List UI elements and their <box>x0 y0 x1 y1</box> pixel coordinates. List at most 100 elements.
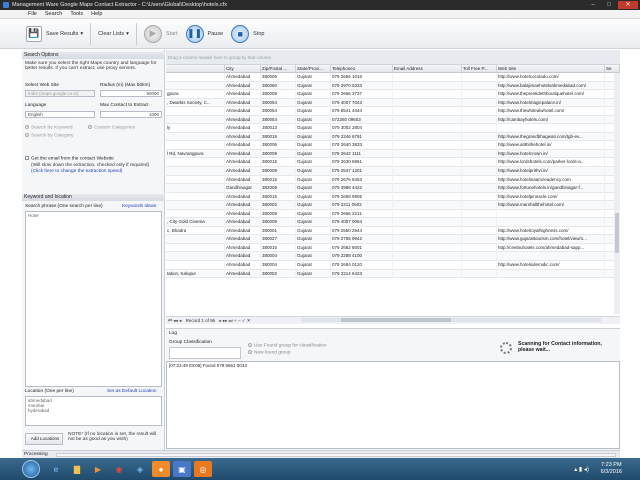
table-cell[interactable]: Ahmedabad <box>225 209 261 219</box>
table-cell[interactable]: l Rd, Navrangpura <box>166 149 225 159</box>
table-cell[interactable]: 079 2656 3737 <box>331 90 393 99</box>
table-cell[interactable]: Ahmedabad <box>225 73 261 82</box>
table-cell[interactable]: http://www.thegrandbhagwati.com/tgb-ev..… <box>497 132 605 142</box>
table-cell[interactable] <box>497 209 605 219</box>
language-select[interactable]: English <box>25 111 95 118</box>
table-cell[interactable]: 079 2656 2211 <box>331 209 393 219</box>
table-cell[interactable] <box>393 175 462 185</box>
keywords-ideas-link[interactable]: Keywords Ideas <box>122 204 156 209</box>
table-cell[interactable] <box>462 132 497 142</box>
web-site-select[interactable]: India (maps.google.co.in) <box>25 90 95 97</box>
table-cell[interactable]: Gujarat <box>296 115 331 125</box>
table-cell[interactable] <box>393 132 462 142</box>
table-row[interactable]: Ahmedabad 380015 Gujarat 079 2658 9905 http:… <box>166 192 614 202</box>
vertical-scrollbar[interactable] <box>614 73 620 314</box>
table-cell[interactable]: 079 3002 2804 <box>331 124 393 133</box>
table-cell[interactable]: Gujarat <box>296 149 331 159</box>
table-cell[interactable] <box>462 243 497 253</box>
table-cell[interactable]: Ahmedabad <box>225 149 261 159</box>
table-cell[interactable]: Ahmedabad <box>225 81 261 91</box>
table-cell[interactable] <box>462 235 497 244</box>
table-cell[interactable]: http://www.hotelprithvi.in/ <box>497 167 605 176</box>
table-row[interactable]: Ahmedabad 380006 Gujarat 079 2656 1016 http:… <box>166 73 614 82</box>
table-cell[interactable] <box>462 115 497 125</box>
table-cell[interactable]: 079 2642 1111 <box>331 149 393 159</box>
table-cell[interactable]: Gujarat <box>296 98 331 108</box>
table-cell[interactable]: http://www.fortunehotels.in/gandhinagar-… <box>497 184 605 193</box>
menu-file[interactable]: File <box>28 11 37 17</box>
group-classification-box[interactable] <box>169 347 241 359</box>
search-phrase-textarea[interactable]: Hotel <box>25 211 162 387</box>
table-cell[interactable]: 380009 <box>261 209 296 219</box>
table-cell[interactable]: Gujarat <box>296 269 331 279</box>
table-cell[interactable]: 079 2214 6423 <box>331 269 393 279</box>
use-found-group-radio[interactable]: Use Found group for classification <box>248 343 327 348</box>
table-cell[interactable]: Gujarat <box>296 218 331 227</box>
table-cell[interactable]: 079 2684 0120 <box>331 261 393 270</box>
table-cell[interactable]: 380002 <box>261 269 296 279</box>
table-cell[interactable] <box>462 107 497 116</box>
table-cell[interactable]: Ahmedabad <box>225 269 261 279</box>
table-cell[interactable]: Gujarat <box>296 235 331 244</box>
chrome-icon[interactable]: ◉ <box>110 461 128 477</box>
change-speed-link[interactable]: (Click here to change the extraction spe… <box>31 169 122 174</box>
table-cell[interactable]: Gujarat <box>296 107 331 116</box>
table-cell[interactable]: , Dwarkis Society, C... <box>166 98 225 108</box>
stop-button[interactable]: ■ Stop <box>227 22 268 46</box>
table-cell[interactable]: 380054 <box>261 107 296 116</box>
table-row[interactable]: Ahmedabad 380054 Gujarat 079 6541 4444 http:… <box>166 107 614 116</box>
table-cell[interactable]: Ahmedabad <box>225 252 261 262</box>
table-cell[interactable] <box>393 115 462 125</box>
add-locations-button[interactable]: Add Locations <box>25 433 63 445</box>
table-cell[interactable]: 380009 <box>261 149 296 159</box>
table-cell[interactable] <box>462 81 497 91</box>
table-cell[interactable]: 380015 <box>261 192 296 202</box>
table-cell[interactable]: 380054 <box>261 115 296 125</box>
save-results-button[interactable]: 💾 Save Results ▾ <box>22 22 87 46</box>
table-row[interactable]: Ahmedabad 380015 Gujarat 079 2676 8453 http:… <box>166 175 614 185</box>
table-cell[interactable]: Ahmedabad <box>225 132 261 142</box>
table-cell[interactable]: Gujarat <box>296 124 331 133</box>
column-header-se[interactable]: Se <box>605 65 620 73</box>
table-cell[interactable]: Ahmedabad <box>225 192 261 202</box>
app-taskbar-icon[interactable]: ◈ <box>131 461 149 477</box>
table-row[interactable]: gpura Ahmedabad 380009 Gujarat 079 2656 3737… <box>166 90 614 99</box>
table-cell[interactable] <box>393 98 462 108</box>
table-cell[interactable]: 079 2755 9942 <box>331 235 393 244</box>
table-cell[interactable]: Ahmedabad <box>225 158 261 168</box>
table-row[interactable]: Ahmedabad 380009 Gujarat 079 2656 2211 <box>166 209 614 219</box>
table-cell[interactable] <box>393 158 462 168</box>
table-cell[interactable]: http://cambayhotels.com/ <box>497 115 605 125</box>
table-cell[interactable]: Ahmedabad <box>225 243 261 253</box>
table-cell[interactable]: 079 2656 1016 <box>331 73 393 82</box>
table-cell[interactable] <box>462 192 497 202</box>
table-cell[interactable] <box>166 167 225 176</box>
table-cell[interactable]: Ahmedabad <box>225 107 261 116</box>
table-cell[interactable] <box>166 115 225 125</box>
table-cell[interactable]: Gujarat <box>296 90 331 99</box>
log-textarea[interactable]: [07:23:49 03:06] Found 079 6661 0033 <box>166 361 620 449</box>
table-cell[interactable] <box>462 167 497 176</box>
table-cell[interactable]: 079 4007 0064 <box>331 218 393 227</box>
location-textarea[interactable]: ahmedabad mumbai hyderabad <box>25 396 162 426</box>
table-cell[interactable] <box>166 201 225 210</box>
ie-icon[interactable]: e <box>47 461 65 477</box>
table-cell[interactable] <box>393 167 462 176</box>
table-cell[interactable]: 380001 <box>261 226 296 236</box>
group-by-hint[interactable]: Drag a column header here to group by th… <box>166 50 620 65</box>
custom-categories-radio[interactable]: Custom Categories <box>88 125 135 130</box>
table-cell[interactable]: 079 4007 7043 <box>331 98 393 108</box>
table-row[interactable]: Ahmedabad 380004 Gujarat 079 2684 0120 http:… <box>166 261 614 270</box>
table-cell[interactable] <box>393 201 462 210</box>
hscroll-thumb[interactable] <box>341 318 451 322</box>
table-cell[interactable] <box>497 218 605 227</box>
menu-tools[interactable]: Tools <box>70 11 83 17</box>
table-cell[interactable]: Ahmedabad <box>225 226 261 236</box>
menu-help[interactable]: Help <box>91 11 102 17</box>
table-cell[interactable]: Ahmedabad <box>225 167 261 176</box>
table-cell[interactable]: 079 2630 6961 <box>331 158 393 168</box>
table-cell[interactable]: 380060 <box>261 81 296 91</box>
table-cell[interactable]: 380054 <box>261 98 296 108</box>
table-row[interactable]: Ahmedabad 380015 Gujarat 079 2346 6791 http:… <box>166 132 614 142</box>
get-email-checkbox[interactable]: Get the email from the contact Website <box>25 156 114 161</box>
